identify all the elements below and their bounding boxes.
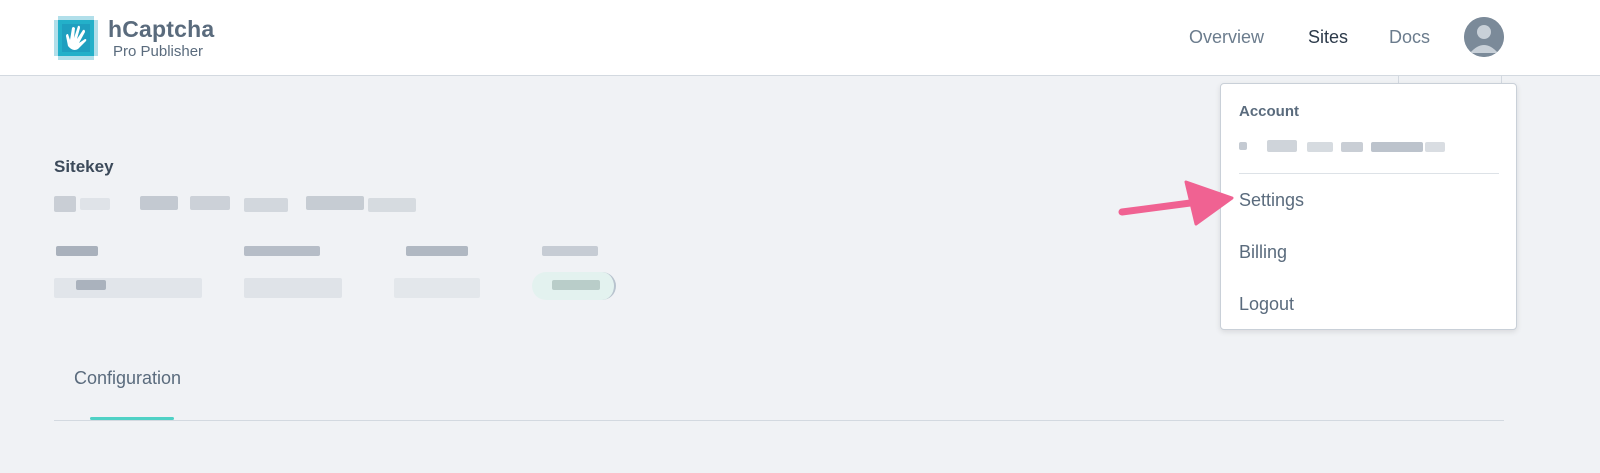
pointer-arrow-icon [1118,176,1236,228]
nav-overview[interactable]: Overview [1189,27,1264,48]
active-tab-indicator [90,417,174,420]
nav-docs[interactable]: Docs [1389,27,1430,48]
account-dropdown-menu: Account Settings Billing Logout [1220,83,1517,330]
dropdown-divider [1239,173,1499,174]
brand-name: hCaptcha [108,16,215,42]
menu-item-billing[interactable]: Billing [1239,242,1287,263]
menu-item-settings[interactable]: Settings [1239,190,1304,211]
hcaptcha-hand-logo-icon[interactable] [54,16,98,60]
brand: hCaptcha Pro Publisher [108,16,215,60]
tabs-divider [54,420,1504,421]
brand-subtitle: Pro Publisher [113,43,204,60]
menu-item-logout[interactable]: Logout [1239,294,1294,315]
top-navigation-bar: hCaptcha Pro Publisher Overview Sites Do… [0,0,1600,76]
nav-sites[interactable]: Sites [1308,27,1348,48]
user-avatar-icon[interactable] [1464,17,1504,57]
tab-configuration[interactable]: Configuration [74,368,181,389]
dropdown-header-account: Account [1239,103,1299,120]
sitekey-label: Sitekey [54,157,114,176]
